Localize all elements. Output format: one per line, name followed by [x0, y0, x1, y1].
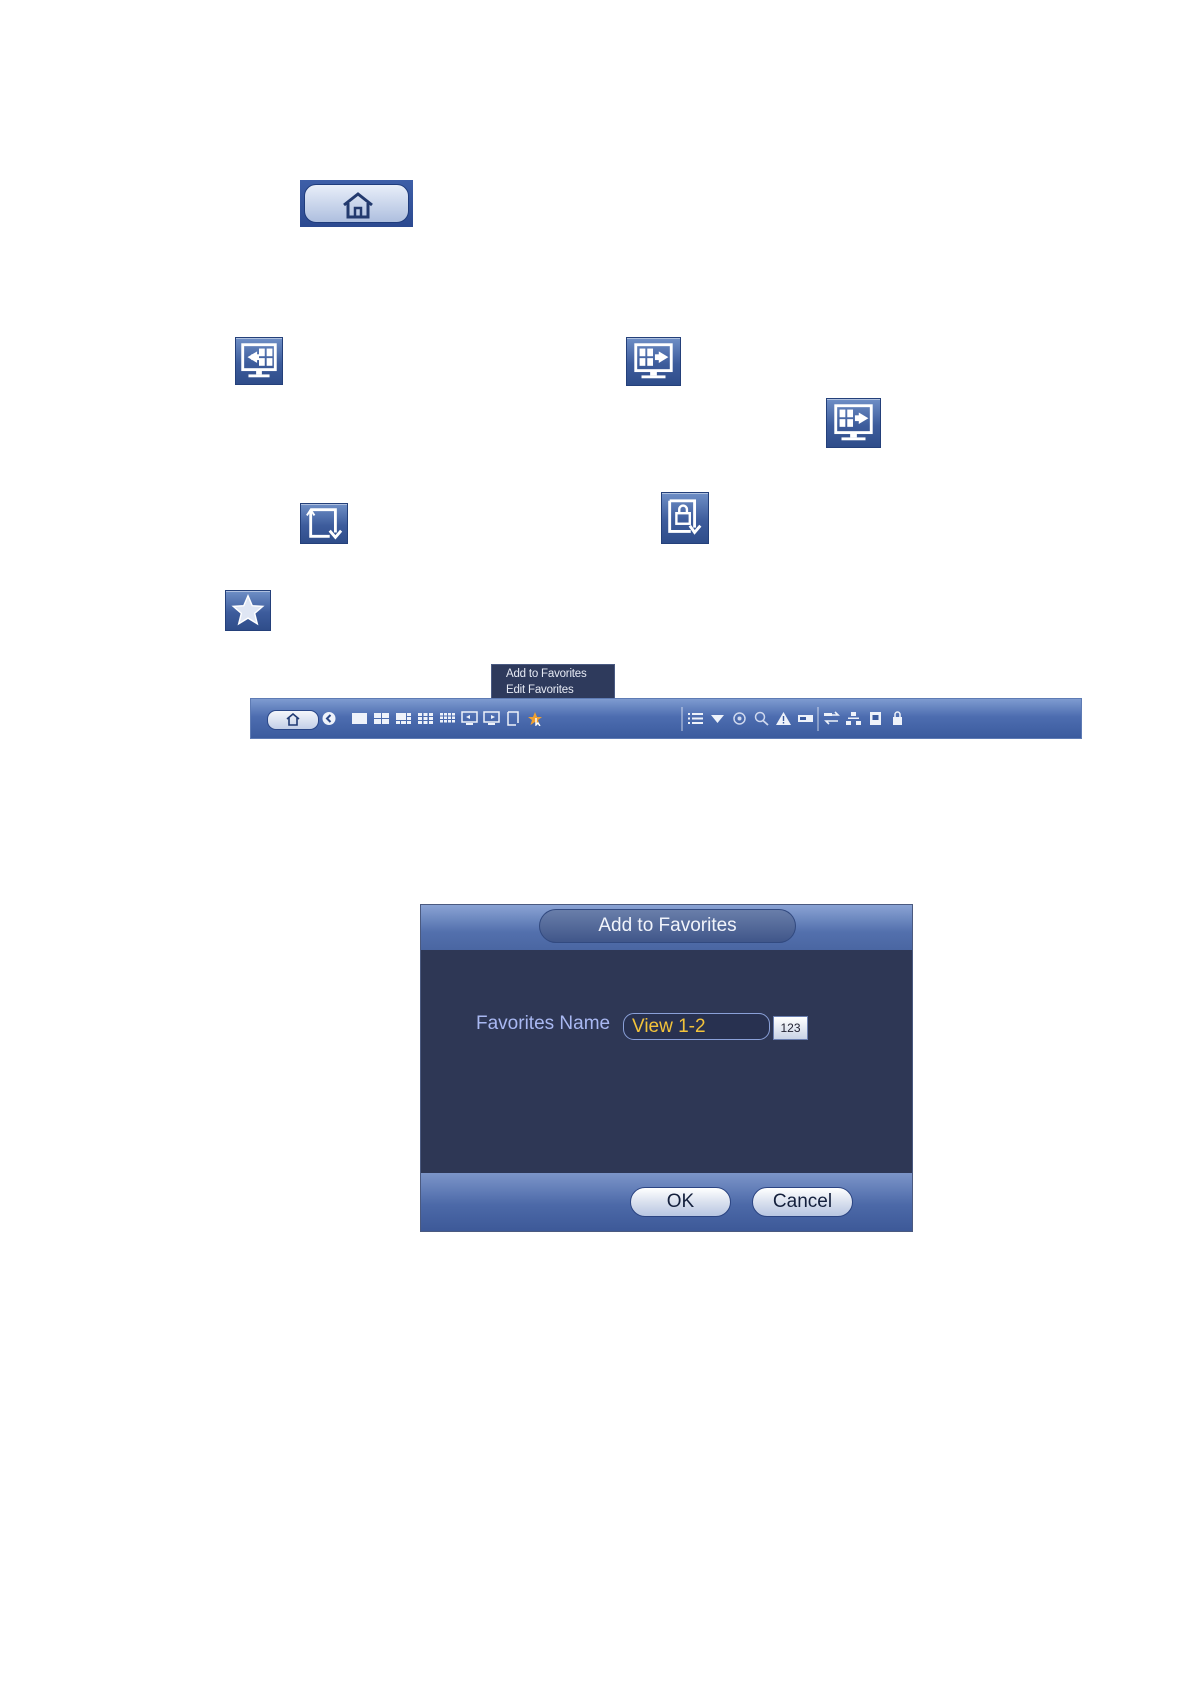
camera-icon[interactable]	[867, 711, 884, 726]
back-icon[interactable]	[321, 711, 338, 726]
layout-4-icon[interactable]	[373, 711, 390, 726]
add-to-favorites-dialog: Add to Favorites Favorites Name View 1-2…	[420, 904, 913, 1232]
hdd-icon[interactable]	[797, 711, 814, 726]
network-icon[interactable]	[823, 711, 840, 726]
lock-button[interactable]	[661, 492, 709, 544]
home-button[interactable]	[300, 180, 413, 227]
ok-button[interactable]: OK	[630, 1187, 731, 1217]
layout-9-icon[interactable]	[417, 711, 434, 726]
previous-screen-icon	[241, 343, 277, 378]
rotate-button[interactable]	[300, 503, 348, 544]
star-icon[interactable]	[527, 711, 544, 726]
next-screen-icon	[634, 343, 673, 379]
taskbar-home-button[interactable]	[267, 710, 319, 730]
favorites-name-input[interactable]: View 1-2	[623, 1013, 770, 1040]
menu-item-edit-favorites[interactable]: Edit Favorites	[506, 682, 614, 698]
home-icon	[343, 192, 373, 219]
star-icon	[231, 593, 265, 626]
next-screen-icon	[834, 404, 873, 441]
keyboard-button[interactable]: 123	[773, 1016, 808, 1040]
next-screen-icon[interactable]	[483, 711, 500, 726]
alarm-icon[interactable]	[775, 711, 792, 726]
favorites-context-menu: Add to Favorites Edit Favorites	[491, 664, 615, 700]
cancel-button[interactable]: Cancel	[752, 1187, 853, 1217]
dialog-footer: OK Cancel	[421, 1173, 912, 1231]
menu-item-add-to-favorites[interactable]: Add to Favorites	[506, 666, 614, 682]
dialog-title: Add to Favorites	[539, 909, 796, 943]
previous-screen-button[interactable]	[235, 337, 283, 385]
dialog-header: Add to Favorites	[421, 905, 912, 950]
favorites-name-label: Favorites Name	[476, 1013, 611, 1034]
layout-16-icon[interactable]	[439, 711, 456, 726]
dropdown-icon[interactable]	[709, 711, 726, 726]
lock-icon[interactable]	[889, 711, 906, 726]
layout-8-icon[interactable]	[395, 711, 412, 726]
home-icon	[286, 713, 300, 726]
rotate-icon	[306, 507, 343, 540]
list-icon[interactable]	[687, 711, 704, 726]
search-icon[interactable]	[753, 711, 770, 726]
favorites-button[interactable]	[225, 590, 271, 631]
next-screen-button[interactable]	[626, 337, 681, 386]
lock-icon	[668, 499, 702, 535]
topology-icon[interactable]	[845, 711, 862, 726]
rotate-icon[interactable]	[505, 711, 522, 726]
previous-screen-icon[interactable]	[461, 711, 478, 726]
ptz-icon[interactable]	[731, 711, 748, 726]
taskbar	[250, 698, 1082, 739]
next-screen-button-alt[interactable]	[826, 398, 881, 448]
taskbar-separator	[681, 707, 683, 731]
layout-1-icon[interactable]	[351, 711, 368, 726]
taskbar-separator	[817, 707, 819, 731]
